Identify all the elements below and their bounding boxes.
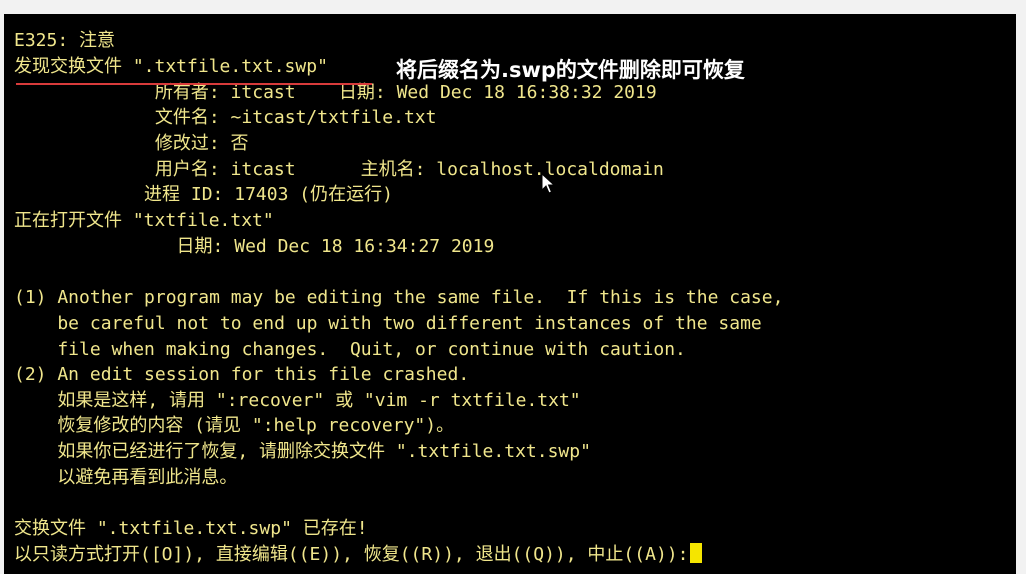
- terminal-line-case2-e: 以避免再看到此消息。: [14, 467, 238, 488]
- terminal-line-owner: 所有者: itcast 日期: Wed Dec 18 16:38:32 2019: [14, 82, 657, 103]
- terminal-line-case1-b: be careful not to end up with two differ…: [14, 313, 762, 334]
- terminal-prompt-line[interactable]: 以只读方式打开([O]), 直接编辑((E)), 恢复((R)), 退出((Q)…: [14, 543, 703, 566]
- terminal-line-swap-found: 发现交换文件 ".txtfile.txt.swp": [14, 56, 328, 77]
- screen: E325: 注意 发现交换文件 ".txtfile.txt.swp" 所有者: …: [0, 0, 1026, 574]
- terminal-line-process-id: 进程 ID: 17403 (仍在运行): [14, 184, 393, 205]
- terminal-window[interactable]: E325: 注意 发现交换文件 ".txtfile.txt.swp" 所有者: …: [4, 14, 1016, 574]
- annotation-caption: 将后缀名为.swp的文件删除即可恢复: [396, 58, 745, 82]
- text-cursor: [690, 543, 703, 563]
- terminal-line-case2-c: 恢复修改的内容 (请见 ":help recovery")。: [14, 415, 455, 436]
- terminal-line-error-code: E325: 注意: [14, 30, 116, 51]
- terminal-line-opening-file: 正在打开文件 "txtfile.txt": [14, 210, 274, 231]
- terminal-line-case2-a: (2) An edit session for this file crashe…: [14, 364, 470, 385]
- terminal-line-modified: 修改过: 否: [14, 133, 249, 154]
- terminal-line-case1-a: (1) Another program may be editing the s…: [14, 287, 784, 308]
- mouse-pointer-icon: [541, 173, 555, 194]
- terminal-line-swap-exists: 交换文件 ".txtfile.txt.swp" 已存在!: [14, 518, 368, 539]
- terminal-line-case2-b: 如果是这样, 请用 ":recover" 或 "vim -r txtfile.t…: [14, 390, 581, 411]
- terminal-line-filename: 文件名: ~itcast/txtfile.txt: [14, 107, 437, 128]
- terminal-line-case1-c: file when making changes. Quit, or conti…: [14, 339, 686, 360]
- swap-file-underline: [16, 83, 372, 85]
- terminal-prompt-text: 以只读方式打开([O]), 直接编辑((E)), 恢复((R)), 退出((Q)…: [14, 544, 689, 565]
- terminal-line-case2-d: 如果你已经进行了恢复, 请删除交换文件 ".txtfile.txt.swp": [14, 441, 591, 462]
- terminal-line-open-date: 日期: Wed Dec 18 16:34:27 2019: [14, 236, 495, 257]
- terminal-line-user-host: 用户名: itcast 主机名: localhost.localdomain: [14, 159, 664, 180]
